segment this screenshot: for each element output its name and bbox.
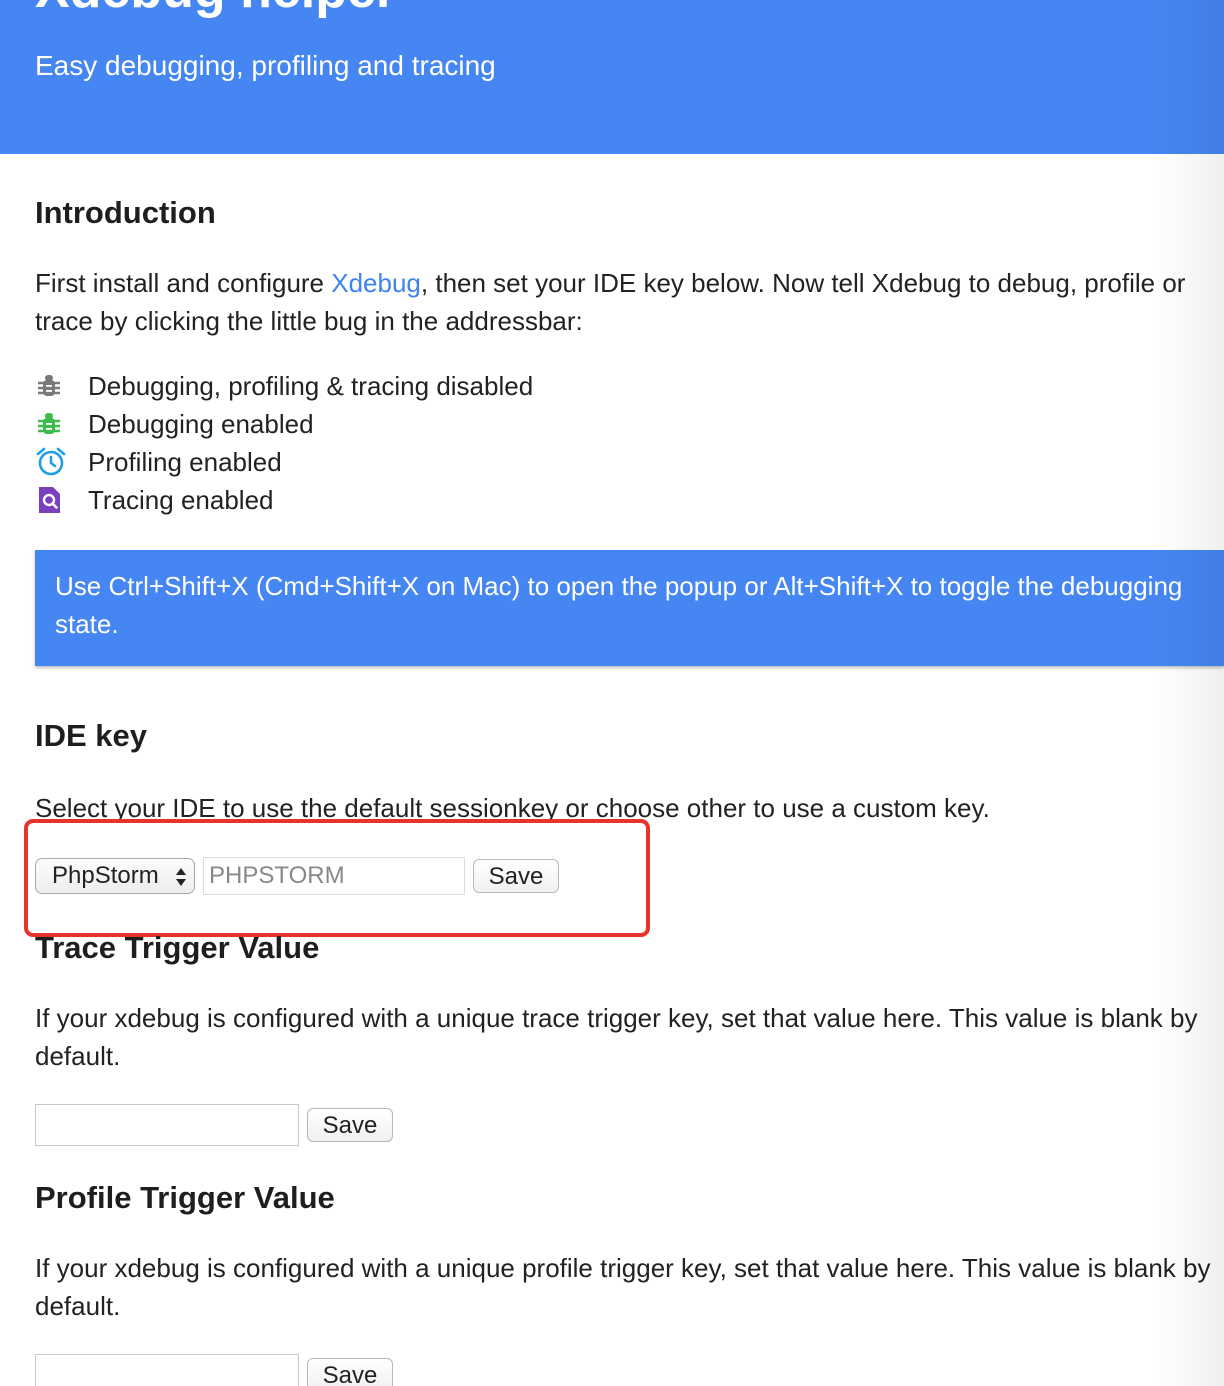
- intro-text-start: First install and configure: [35, 268, 332, 298]
- profile-trigger-heading: Profile Trigger Value: [35, 1180, 335, 1215]
- introduction-text: First install and configure Xdebug, then…: [35, 264, 1224, 340]
- profile-trigger-save-button[interactable]: Save: [307, 1358, 393, 1386]
- ide-key-input[interactable]: [203, 857, 465, 895]
- profile-trigger-controls: Save: [35, 1354, 393, 1386]
- legend-label-profiling: Profiling enabled: [88, 446, 282, 477]
- ide-key-heading: IDE key: [35, 718, 148, 753]
- trace-trigger-save-button[interactable]: Save: [307, 1108, 393, 1142]
- alarm-clock-icon: [35, 447, 71, 477]
- legend-label-debugging: Debugging enabled: [88, 408, 314, 439]
- shortcut-notice: Use Ctrl+Shift+X (Cmd+Shift+X on Mac) to…: [35, 550, 1224, 666]
- trace-trigger-description: If your xdebug is configured with a uniq…: [35, 1003, 1198, 1071]
- bug-green-icon: [35, 409, 71, 439]
- page-header: Xdebug helper Easy debugging, profiling …: [0, 0, 1224, 154]
- legend-item-profiling: Profiling enabled: [35, 443, 533, 481]
- trace-trigger-controls: Save: [35, 1104, 393, 1146]
- bug-gray-icon: [35, 371, 71, 401]
- ide-key-save-button[interactable]: Save: [473, 859, 559, 893]
- edge-shadow: [1154, 0, 1224, 1386]
- trace-trigger-input[interactable]: [35, 1104, 299, 1146]
- legend-item-tracing: Tracing enabled: [35, 481, 533, 519]
- profile-trigger-input[interactable]: [35, 1354, 299, 1386]
- status-legend: Debugging, profiling & tracing disabled …: [35, 367, 533, 519]
- ide-key-controls: PhpStorm Save: [35, 856, 559, 896]
- ide-select-value: PhpStorm: [52, 862, 159, 889]
- select-arrows-icon: [175, 864, 187, 890]
- options-page: Xdebug helper Easy debugging, profiling …: [0, 0, 1224, 1386]
- app-title: Xdebug helper: [35, 0, 396, 20]
- trace-trigger-heading: Trace Trigger Value: [35, 930, 320, 965]
- xdebug-link[interactable]: Xdebug: [331, 268, 421, 298]
- legend-label-tracing: Tracing enabled: [88, 484, 274, 515]
- profile-trigger-description: If your xdebug is configured with a uniq…: [35, 1253, 1211, 1321]
- legend-item-debugging: Debugging enabled: [35, 405, 533, 443]
- ide-select[interactable]: PhpStorm: [35, 858, 195, 894]
- shortcut-notice-text: Use Ctrl+Shift+X (Cmd+Shift+X on Mac) to…: [55, 571, 1183, 639]
- ide-key-description: Select your IDE to use the default sessi…: [35, 793, 990, 823]
- introduction-heading: Introduction: [35, 195, 216, 230]
- app-subtitle: Easy debugging, profiling and tracing: [35, 50, 496, 81]
- legend-label-disabled: Debugging, profiling & tracing disabled: [88, 370, 534, 401]
- file-search-icon: [35, 485, 71, 515]
- legend-item-disabled: Debugging, profiling & tracing disabled: [35, 367, 533, 405]
